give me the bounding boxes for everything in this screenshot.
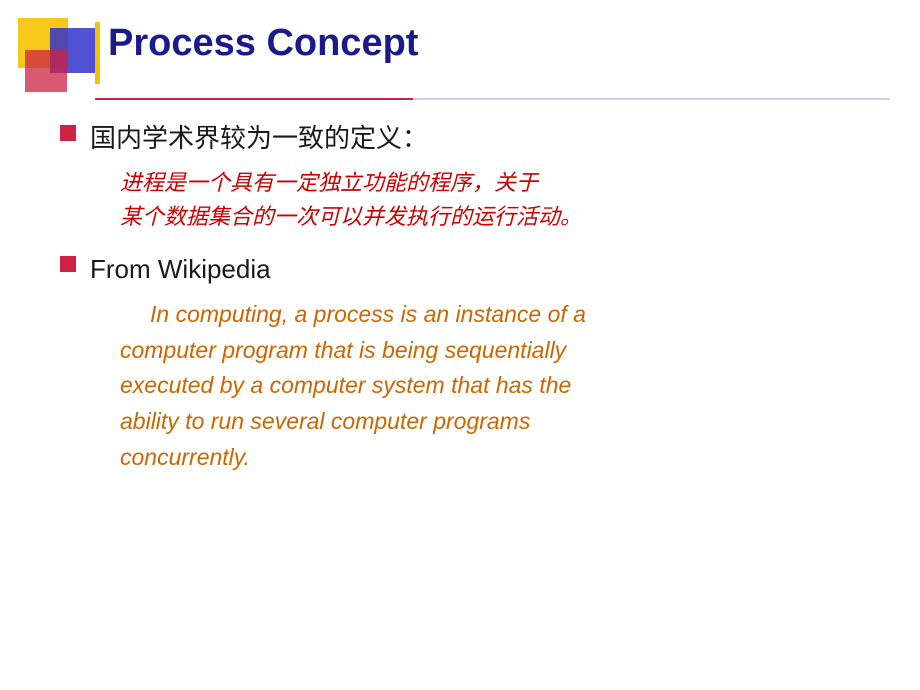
english-quote-line1: In computing, a process is an instance o… — [150, 301, 586, 327]
bullet-square-2 — [60, 256, 76, 272]
bullet-text-1: 国内学术界较为一致的定义： — [90, 120, 428, 156]
english-quote-line4: ability to run several computer programs — [120, 408, 530, 434]
red-square — [25, 50, 67, 92]
bullet-item-2: From Wikipedia — [60, 251, 880, 287]
slide-content: 国内学术界较为一致的定义： 进程是一个具有一定独立功能的程序，关于某个数据集合的… — [60, 120, 880, 660]
title-accent-bar — [95, 22, 100, 84]
slide: Process Concept 国内学术界较为一致的定义： 进程是一个具有一定独… — [0, 0, 920, 690]
bullet-square-1 — [60, 125, 76, 141]
corner-decoration — [0, 0, 110, 110]
english-quote-line5: concurrently. — [120, 444, 250, 470]
chinese-quote: 进程是一个具有一定独立功能的程序，关于某个数据集合的一次可以并发执行的运行活动。 — [120, 166, 880, 234]
english-quote-line3: executed by a computer system that has t… — [120, 372, 571, 398]
bullet-item-1: 国内学术界较为一致的定义： — [60, 120, 880, 156]
bullet-text-2: From Wikipedia — [90, 251, 271, 287]
title-divider — [95, 98, 890, 100]
english-quote-line2: computer program that is being sequentia… — [120, 337, 566, 363]
chinese-quote-text: 进程是一个具有一定独立功能的程序，关于某个数据集合的一次可以并发执行的运行活动。 — [120, 170, 582, 229]
slide-title: Process Concept — [108, 22, 418, 65]
english-quote: In computing, a process is an instance o… — [120, 297, 880, 475]
